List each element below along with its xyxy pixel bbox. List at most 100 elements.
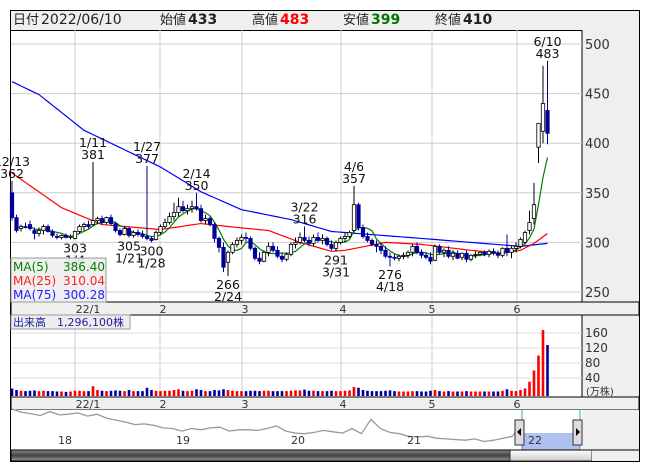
candle[interactable]: [536, 122, 541, 164]
volume-bar[interactable]: [532, 370, 536, 397]
candle[interactable]: [18, 224, 24, 232]
volume-bar[interactable]: [204, 391, 207, 396]
volume-bar[interactable]: [64, 391, 68, 396]
volume-bar[interactable]: [487, 391, 491, 397]
volume-bar[interactable]: [262, 390, 266, 396]
volume-bar[interactable]: [42, 390, 45, 396]
candle[interactable]: [302, 226, 307, 243]
volume-bar[interactable]: [60, 391, 63, 397]
volume-bar[interactable]: [136, 391, 140, 396]
volume-bar[interactable]: [114, 390, 117, 396]
candle[interactable]: [140, 230, 145, 239]
volume-bar[interactable]: [456, 391, 459, 397]
candle[interactable]: [356, 202, 361, 231]
candle[interactable]: [9, 180, 15, 221]
candle[interactable]: [338, 236, 343, 245]
volume-bar[interactable]: [186, 391, 189, 396]
candle[interactable]: [104, 216, 109, 225]
candle[interactable]: [441, 248, 447, 258]
candle[interactable]: [495, 250, 501, 259]
volume-bar[interactable]: [447, 391, 450, 396]
volume-bar[interactable]: [541, 330, 545, 396]
volume-bar[interactable]: [537, 355, 540, 397]
candle[interactable]: [176, 197, 181, 217]
candle[interactable]: [531, 182, 537, 225]
candle[interactable]: [527, 210, 532, 235]
candle[interactable]: [270, 242, 276, 253]
volume-bar[interactable]: [510, 390, 513, 396]
scrollbar-thumb[interactable]: [509, 449, 593, 462]
candle[interactable]: [279, 252, 285, 263]
volume-bar[interactable]: [514, 391, 518, 396]
volume-bar[interactable]: [190, 390, 194, 396]
candle[interactable]: [518, 237, 523, 249]
volume-bar[interactable]: [258, 391, 261, 396]
volume-bar[interactable]: [330, 390, 333, 396]
stock-chart[interactable]: 12/13362 1/11381 1/27377 2/14350 3/22316 4/63…: [0, 0, 653, 470]
volume-bar[interactable]: [397, 391, 401, 397]
candle[interactable]: [315, 232, 321, 243]
volume-bar[interactable]: [528, 381, 531, 396]
volume-bar[interactable]: [370, 391, 374, 396]
volume-bar[interactable]: [150, 390, 153, 396]
volume-bar[interactable]: [69, 391, 72, 397]
candle[interactable]: [257, 252, 262, 265]
volume-bar[interactable]: [213, 390, 216, 396]
candle[interactable]: [248, 236, 253, 251]
candle[interactable]: [162, 218, 168, 229]
candle[interactable]: [189, 200, 195, 213]
volume-bar[interactable]: [460, 391, 464, 397]
volume-bar[interactable]: [294, 390, 297, 396]
volume-bar[interactable]: [361, 390, 365, 396]
candle[interactable]: [81, 222, 87, 231]
candle[interactable]: [90, 162, 96, 227]
volume-bar[interactable]: [411, 391, 414, 396]
volume-bar[interactable]: [10, 388, 14, 397]
volume-bar[interactable]: [519, 390, 522, 396]
volume-bar[interactable]: [154, 390, 158, 396]
candle[interactable]: [243, 232, 249, 243]
candle[interactable]: [486, 249, 492, 258]
volume-bar[interactable]: [276, 391, 279, 396]
volume-bar[interactable]: [388, 390, 392, 396]
candle[interactable]: [311, 234, 316, 247]
volume-bar[interactable]: [546, 345, 549, 396]
candle[interactable]: [432, 244, 438, 262]
volume-bar[interactable]: [474, 391, 477, 397]
candle[interactable]: [401, 252, 406, 260]
volume-bar[interactable]: [271, 391, 275, 396]
volume-bar[interactable]: [433, 390, 437, 396]
volume-bar[interactable]: [91, 386, 95, 396]
volume-bar[interactable]: [406, 391, 410, 397]
candle[interactable]: [117, 228, 123, 237]
volume-bar[interactable]: [312, 390, 315, 396]
volume-bar[interactable]: [109, 390, 113, 396]
volume-bar[interactable]: [298, 390, 302, 396]
volume-bar[interactable]: [249, 390, 252, 396]
candle[interactable]: [45, 224, 51, 233]
volume-bar[interactable]: [321, 391, 324, 396]
volume-bar[interactable]: [141, 391, 144, 396]
candle[interactable]: [72, 230, 78, 240]
volume-bar[interactable]: [352, 387, 356, 396]
volume-bar[interactable]: [145, 387, 149, 396]
volume-bar[interactable]: [316, 391, 320, 396]
candle[interactable]: [360, 224, 366, 239]
candle[interactable]: [252, 246, 258, 261]
candle[interactable]: [455, 250, 460, 260]
volume-bar[interactable]: [465, 391, 468, 396]
volume-bar[interactable]: [199, 390, 203, 396]
volume-bar[interactable]: [253, 390, 257, 396]
volume-bar[interactable]: [235, 391, 239, 396]
volume-bar[interactable]: [240, 391, 243, 396]
candle[interactable]: [522, 230, 528, 245]
candle[interactable]: [500, 247, 505, 258]
volume-bar[interactable]: [118, 390, 122, 396]
volume-bar[interactable]: [442, 391, 446, 397]
candle[interactable]: [293, 237, 298, 249]
candle[interactable]: [149, 236, 154, 243]
volume-bar[interactable]: [244, 391, 248, 396]
volume-bar[interactable]: [379, 391, 383, 396]
candle[interactable]: [324, 236, 330, 247]
candle[interactable]: [266, 242, 271, 257]
